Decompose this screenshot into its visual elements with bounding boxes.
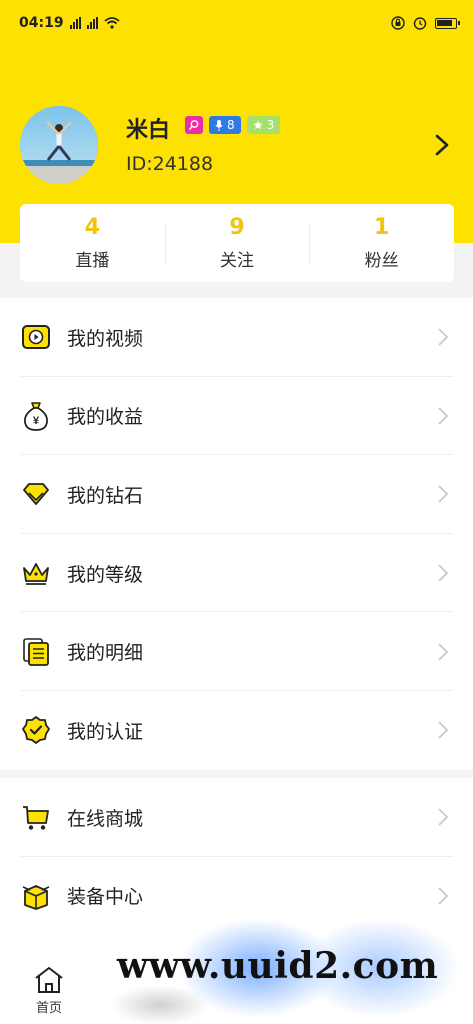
chevron-right-icon: [438, 328, 449, 346]
menu-group-personal: 我的视频 ¥ 我的收益 我的钻石 我的等级 我的明细 我的认证: [0, 298, 473, 770]
menu-label: 在线商城: [67, 807, 144, 830]
wifi-icon: [103, 17, 120, 29]
menu-label: 我的收益: [67, 406, 144, 429]
status-bar: 04:19: [0, 0, 473, 46]
svg-text:¥: ¥: [33, 415, 40, 427]
chevron-right-icon: [438, 485, 449, 504]
stat-value: 1: [374, 214, 390, 240]
signal-icon: [69, 17, 81, 29]
menu-label: 我的明细: [67, 642, 144, 665]
menu-item-videos[interactable]: 我的视频: [0, 298, 473, 377]
tab-home-label: 首页: [35, 1001, 62, 1016]
stat-value: 4: [84, 214, 100, 240]
menu-item-level[interactable]: 我的等级: [0, 534, 473, 613]
host-badge-icon: [185, 116, 203, 134]
status-time: 04:19: [19, 15, 64, 31]
stats-card: 4 直播 9 关注 1 粉丝: [20, 204, 454, 282]
chevron-right-icon: [438, 808, 449, 826]
chevron-right-icon[interactable]: [432, 132, 452, 158]
stat-label: 直播: [75, 250, 110, 271]
tab-home[interactable]: 首页: [26, 965, 72, 1023]
alarm-icon: [413, 17, 427, 30]
chevron-right-icon: [438, 564, 449, 582]
menu-item-earnings[interactable]: ¥ 我的收益: [0, 377, 473, 456]
chevron-right-icon: [438, 643, 449, 661]
menu-item-diamonds[interactable]: 我的钻石: [0, 455, 473, 534]
video-icon: [20, 321, 52, 353]
microphone-icon: [215, 119, 223, 131]
chevron-right-icon: [438, 407, 449, 425]
menu-item-details[interactable]: 我的明细: [0, 612, 473, 691]
menu-label: 我的等级: [67, 563, 144, 586]
home-icon: [35, 967, 63, 993]
watermark: www.uuid2.com: [117, 945, 439, 987]
username: 米白: [126, 118, 171, 143]
menu-item-shop[interactable]: 在线商城: [0, 778, 473, 857]
menu-item-certification[interactable]: 我的认证: [0, 691, 473, 770]
voice-level-value: 8: [227, 118, 235, 132]
signal-icon-2: [86, 17, 98, 29]
box-icon: [20, 880, 52, 912]
menu-label: 我的钻石: [67, 484, 144, 507]
battery-icon: [435, 17, 460, 29]
chevron-right-icon: [438, 887, 449, 905]
star-level-badge: 3: [246, 116, 281, 134]
star-icon: [253, 120, 263, 130]
menu-label: 装备中心: [67, 886, 144, 909]
stat-fans[interactable]: 1 粉丝: [309, 204, 454, 282]
menu-label: 我的视频: [67, 327, 144, 350]
menu-label: 我的认证: [67, 720, 144, 743]
stat-label: 粉丝: [364, 250, 399, 271]
voice-level-badge: 8: [209, 116, 241, 134]
user-id: ID:24188: [126, 153, 214, 175]
crown-icon: [20, 557, 52, 589]
cart-icon: [20, 801, 52, 833]
money-bag-icon: ¥: [20, 400, 52, 432]
stat-label: 关注: [220, 250, 254, 271]
lock-rotation-icon: [391, 16, 405, 30]
diamond-icon: [20, 478, 52, 510]
user-badges: 8 3: [185, 116, 281, 134]
stat-value: 9: [229, 214, 245, 240]
star-level-value: 3: [266, 118, 275, 132]
details-icon: [20, 636, 52, 668]
stat-live[interactable]: 4 直播: [20, 204, 165, 282]
stat-following[interactable]: 9 关注: [164, 204, 310, 282]
certified-icon: [20, 714, 52, 746]
chevron-right-icon: [438, 721, 449, 739]
avatar[interactable]: [20, 106, 98, 184]
